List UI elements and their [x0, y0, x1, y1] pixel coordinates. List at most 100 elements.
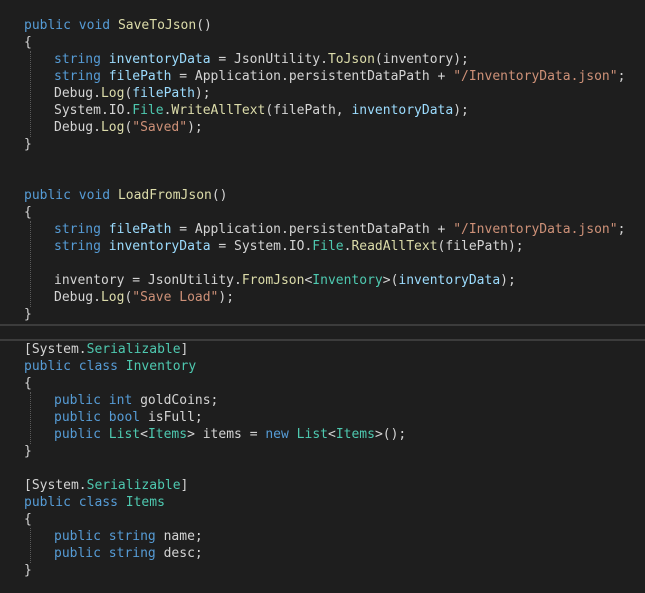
keyword-string: string: [108, 546, 156, 561]
code-line-close-brace[interactable]: }: [24, 562, 32, 579]
code-line[interactable]: Debug.Log("Saved");: [54, 119, 203, 136]
code-line[interactable]: string filePath = Application.persistent…: [54, 68, 625, 85]
type-name: List: [296, 427, 328, 442]
code-line[interactable]: string filePath = Application.persistent…: [54, 221, 625, 238]
code-line[interactable]: Debug.Log(filePath);: [54, 85, 211, 102]
parens: (): [211, 188, 228, 203]
code-line[interactable]: System.IO.File.WriteAllText(filePath, in…: [54, 102, 469, 119]
code-text: ]: [180, 478, 189, 493]
indent-guide: [30, 528, 31, 563]
code-line-open-brace[interactable]: {: [24, 375, 32, 392]
code-text: );: [500, 273, 516, 288]
method-call: Log: [100, 120, 125, 135]
code-pane-bottom[interactable]: [System.Serializable] public class Inven…: [0, 341, 645, 593]
code-line-open-brace[interactable]: {: [24, 204, 32, 221]
code-line[interactable]: public bool isFull;: [54, 409, 203, 426]
code-text: (filePath);: [437, 239, 524, 254]
code-line[interactable]: public string desc;: [54, 545, 203, 562]
field-name: name;: [163, 529, 203, 544]
string-literal: "/InventoryData.json": [453, 69, 618, 84]
code-line-class-declaration[interactable]: public class Items: [24, 494, 165, 511]
keyword-class: class: [78, 495, 118, 510]
code-text: inventory = JsonUtility.: [54, 273, 242, 288]
open-brace: {: [24, 512, 32, 527]
keyword-public: public: [54, 546, 101, 561]
code-text: );: [218, 290, 235, 305]
code-line[interactable]: Debug.Log("Save Load");: [54, 289, 234, 306]
attribute-name: Serializable: [86, 342, 181, 357]
close-brace: }: [24, 563, 32, 578]
code-text: [System.: [24, 342, 87, 357]
string-literal: "Saved": [132, 120, 188, 135]
keyword-new: new: [265, 427, 289, 442]
open-brace: {: [24, 376, 32, 391]
code-line-attribute[interactable]: [System.Serializable]: [24, 477, 188, 494]
code-line-attribute[interactable]: [System.Serializable]: [24, 341, 188, 358]
code-line-open-brace[interactable]: {: [24, 511, 32, 528]
method-call: WriteAllText: [171, 103, 266, 118]
close-brace: }: [24, 137, 32, 152]
type-name: Inventory: [312, 273, 383, 288]
method-call: FromJson: [241, 273, 305, 288]
type-name: File: [312, 239, 344, 254]
keyword-public: public: [24, 18, 71, 33]
close-brace: }: [24, 307, 32, 322]
code-line[interactable]: public List<Items> items = new List<Item…: [54, 426, 406, 443]
code-text: (inventory);: [374, 52, 469, 67]
code-text: > items =: [187, 427, 266, 442]
code-line-open-brace[interactable]: {: [24, 34, 32, 51]
keyword-public: public: [24, 495, 71, 510]
variable: filePath: [132, 86, 195, 101]
field-name: isFull;: [147, 410, 203, 425]
keyword-string: string: [54, 222, 101, 237]
split-pane-divider[interactable]: [0, 324, 645, 341]
code-line-class-declaration[interactable]: public class Inventory: [24, 358, 196, 375]
type-name: Items: [147, 427, 188, 442]
indent-guide: [30, 221, 31, 307]
code-text: = Application.persistentDataPath +: [171, 69, 454, 84]
type-name: List: [108, 427, 141, 442]
code-line-save-signature[interactable]: public void SaveToJson(): [24, 17, 212, 34]
code-text: = System.IO.: [210, 239, 313, 254]
type-name: Items: [335, 427, 375, 442]
code-text: ;: [617, 222, 626, 237]
code-text: Debug.: [54, 120, 101, 135]
code-text: (filePath,: [265, 103, 352, 118]
code-text: ]: [180, 342, 189, 357]
code-text: );: [453, 103, 469, 118]
code-text: Debug.: [54, 86, 101, 101]
code-line[interactable]: public string name;: [54, 528, 203, 545]
type-name: File: [132, 103, 164, 118]
keyword-public: public: [24, 188, 71, 203]
code-line-close-brace[interactable]: }: [24, 136, 32, 153]
code-text: );: [194, 86, 211, 101]
method-name-save: SaveToJson: [117, 18, 197, 33]
string-literal: "/InventoryData.json": [453, 222, 618, 237]
code-text: <: [327, 427, 336, 442]
variable: inventoryData: [108, 239, 211, 254]
code-line[interactable]: inventory = JsonUtility.FromJson<Invento…: [54, 272, 516, 289]
code-line-load-signature[interactable]: public void LoadFromJson(): [24, 187, 228, 204]
variable: inventoryData: [398, 273, 501, 288]
string-literal: "Save Load": [132, 290, 219, 305]
variable: inventoryData: [108, 52, 211, 67]
code-pane-top[interactable]: public void SaveToJson() { string invent…: [0, 0, 645, 324]
keyword-void: void: [78, 18, 111, 33]
indent-guide: [30, 51, 31, 137]
open-brace: {: [24, 35, 32, 50]
code-line[interactable]: public int goldCoins;: [54, 392, 218, 409]
code-line-close-brace[interactable]: }: [24, 306, 32, 323]
code-line[interactable]: string inventoryData = System.IO.File.Re…: [54, 238, 524, 255]
code-line-close-brace[interactable]: }: [24, 443, 32, 460]
keyword-public: public: [54, 410, 101, 425]
parens: (): [196, 18, 212, 33]
method-call: Log: [100, 86, 125, 101]
variable: filePath: [108, 222, 172, 237]
code-text: System.IO.: [54, 103, 133, 118]
keyword-string: string: [54, 69, 101, 84]
close-brace: }: [24, 444, 32, 459]
indent-guide: [30, 392, 31, 444]
attribute-name: Serializable: [86, 478, 181, 493]
keyword-public: public: [54, 393, 101, 408]
code-line[interactable]: string inventoryData = JsonUtility.ToJso…: [54, 51, 469, 68]
